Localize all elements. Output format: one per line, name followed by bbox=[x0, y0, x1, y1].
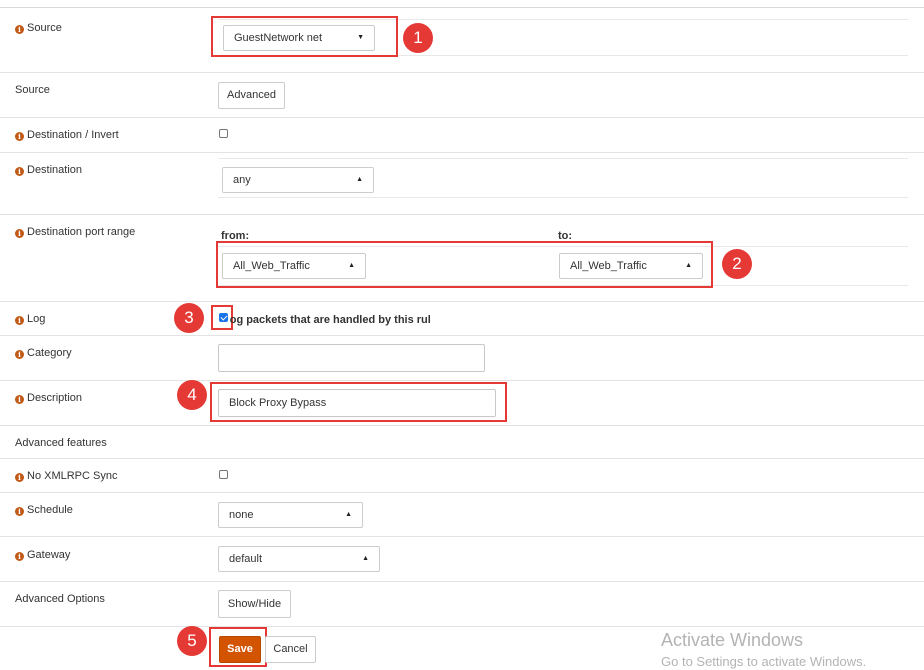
destination-invert-label: i Destination / Invert bbox=[15, 129, 119, 141]
highlight-box bbox=[209, 627, 267, 667]
log-checkbox-text-inner: Log packets that are handled by this rul… bbox=[230, 314, 430, 326]
advanced-button[interactable]: Advanced bbox=[218, 82, 285, 109]
divider bbox=[0, 301, 924, 302]
category-label-text: Category bbox=[27, 347, 72, 359]
divider bbox=[0, 152, 924, 153]
divider bbox=[0, 458, 924, 459]
destination-invert-label-text: Destination / Invert bbox=[27, 129, 119, 141]
top-border bbox=[0, 7, 924, 8]
step-badge: 4 bbox=[177, 380, 207, 410]
description-label: i Description bbox=[15, 392, 82, 404]
info-circle-icon[interactable]: i bbox=[15, 229, 24, 238]
caret-up-icon: ▲ bbox=[356, 176, 363, 183]
advanced-features-heading: Advanced features bbox=[15, 437, 107, 449]
log-checkbox-text: Log packets that are handled by this rul… bbox=[230, 314, 430, 326]
category-label: i Category bbox=[15, 347, 72, 359]
info-circle-icon[interactable]: i bbox=[15, 350, 24, 359]
log-label-text: Log bbox=[27, 313, 46, 325]
info-circle-icon[interactable]: i bbox=[15, 316, 24, 325]
info-circle-icon[interactable]: i bbox=[15, 552, 24, 561]
info-circle-icon[interactable]: i bbox=[15, 132, 24, 141]
info-circle-icon[interactable]: i bbox=[15, 473, 24, 482]
info-circle-icon[interactable]: i bbox=[15, 25, 24, 34]
divider bbox=[0, 214, 924, 215]
description-label-text: Description bbox=[27, 392, 83, 404]
no-xmlrpc-label: i No XMLRPC Sync bbox=[15, 470, 117, 482]
divider bbox=[0, 380, 924, 381]
destination-value: any bbox=[233, 174, 251, 186]
schedule-label-text: Schedule bbox=[27, 504, 73, 516]
destination-select[interactable]: any ▲ bbox=[222, 167, 374, 193]
no-xmlrpc-label-text: No XMLRPC Sync bbox=[27, 470, 118, 482]
gateway-value: default bbox=[229, 553, 263, 565]
gateway-label: i Gateway bbox=[15, 549, 70, 561]
activate-windows-subtitle: Go to Settings to activate Windows. bbox=[661, 654, 867, 669]
gateway-select[interactable]: default ▲ bbox=[218, 546, 380, 572]
divider bbox=[0, 335, 924, 336]
gateway-label-text: Gateway bbox=[27, 549, 71, 561]
schedule-value: none bbox=[229, 509, 254, 521]
divider bbox=[0, 581, 924, 582]
divider bbox=[0, 626, 924, 627]
highlight-box bbox=[216, 241, 713, 288]
divider bbox=[218, 158, 908, 159]
dest-port-range-label: i Destination port range bbox=[15, 226, 135, 238]
category-input[interactable] bbox=[218, 344, 485, 372]
show-hide-button[interactable]: Show/Hide bbox=[218, 590, 291, 618]
cancel-button[interactable]: Cancel bbox=[265, 636, 316, 663]
divider bbox=[0, 492, 924, 493]
schedule-label: i Schedule bbox=[15, 504, 73, 516]
caret-up-icon: ▲ bbox=[345, 511, 352, 518]
highlight-box bbox=[210, 382, 507, 422]
caret-up-icon: ▲ bbox=[362, 555, 369, 562]
divider bbox=[0, 536, 924, 537]
divider bbox=[0, 72, 924, 73]
source-advanced-label: Source bbox=[15, 84, 50, 96]
divider bbox=[0, 425, 924, 426]
step-badge: 2 bbox=[722, 249, 752, 279]
step-badge: 5 bbox=[177, 626, 207, 656]
log-label: i Log bbox=[15, 313, 45, 325]
dest-port-range-label-text: Destination port range bbox=[27, 226, 136, 238]
info-circle-icon[interactable]: i bbox=[15, 507, 24, 516]
source-label: i Source bbox=[15, 22, 62, 34]
destination-label-text: Destination bbox=[27, 164, 83, 176]
activate-windows-title: Activate Windows bbox=[661, 630, 804, 650]
step-badge: 1 bbox=[403, 23, 433, 53]
info-circle-icon[interactable]: i bbox=[15, 395, 24, 404]
source-label-text: Source bbox=[27, 22, 62, 34]
schedule-select[interactable]: none ▲ bbox=[218, 502, 363, 528]
divider bbox=[218, 197, 908, 198]
destination-invert-checkbox[interactable] bbox=[219, 129, 228, 138]
no-xmlrpc-checkbox[interactable] bbox=[219, 470, 228, 479]
info-circle-icon[interactable]: i bbox=[15, 167, 24, 176]
destination-label: i Destination bbox=[15, 164, 82, 176]
advanced-options-label: Advanced Options bbox=[15, 593, 105, 605]
highlight-box bbox=[211, 16, 398, 57]
divider bbox=[0, 117, 924, 118]
step-badge: 3 bbox=[174, 303, 204, 333]
